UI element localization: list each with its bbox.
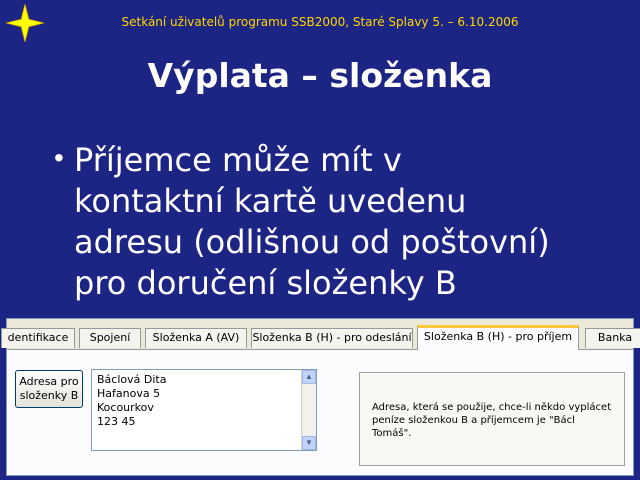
scroll-down-icon[interactable]: ▼ <box>302 436 316 450</box>
address-line: 123 45 <box>97 415 136 428</box>
tab-slozenka-b-odeslani[interactable]: Složenka B (H) - pro odeslání <box>251 328 413 348</box>
tab-slozenka-a[interactable]: Složenka A (AV) <box>145 328 247 348</box>
tab-slozenka-b-prijem[interactable]: Složenka B (H) - pro příjem <box>417 325 579 350</box>
address-lines: Báclová Dita Hafanova 5 Kocourkov 123 45 <box>97 373 166 429</box>
bullet-text: Příjemce může mít v kontaktní kartě uved… <box>74 141 550 302</box>
slide-title: Výplata – složenka <box>147 56 493 95</box>
info-note: Adresa, která se použije, chce-li někdo … <box>359 372 625 466</box>
tab-bar: dentifikace Spojení Složenka A (AV) Slož… <box>1 325 640 350</box>
tab-spojeni[interactable]: Spojení <box>79 328 141 348</box>
slide-header: Setkání uživatelů programu SSB2000, Star… <box>121 15 519 29</box>
bullet-dot-icon: • <box>54 142 64 173</box>
tab-banka[interactable]: Banka <box>585 328 640 348</box>
address-line: Hafanova 5 <box>97 387 161 400</box>
textarea-scrollbar[interactable]: ▲ ▼ <box>301 370 316 450</box>
tab-identifikace[interactable]: dentifikace <box>1 328 75 348</box>
contact-card-dialog: dentifikace Spojení Složenka A (AV) Slož… <box>1 318 640 476</box>
address-textarea[interactable]: Báclová Dita Hafanova 5 Kocourkov 123 45… <box>91 369 317 451</box>
address-line: Báclová Dita <box>97 373 167 386</box>
scroll-up-icon[interactable]: ▲ <box>302 370 316 384</box>
tab-content: Adresa pro složenky B Báclová Dita Hafan… <box>7 350 633 475</box>
address-line: Kocourkov <box>97 401 154 414</box>
bullet-item: • Příjemce může mít v kontaktní kartě uv… <box>54 140 614 304</box>
address-button[interactable]: Adresa pro složenky B <box>15 370 83 408</box>
